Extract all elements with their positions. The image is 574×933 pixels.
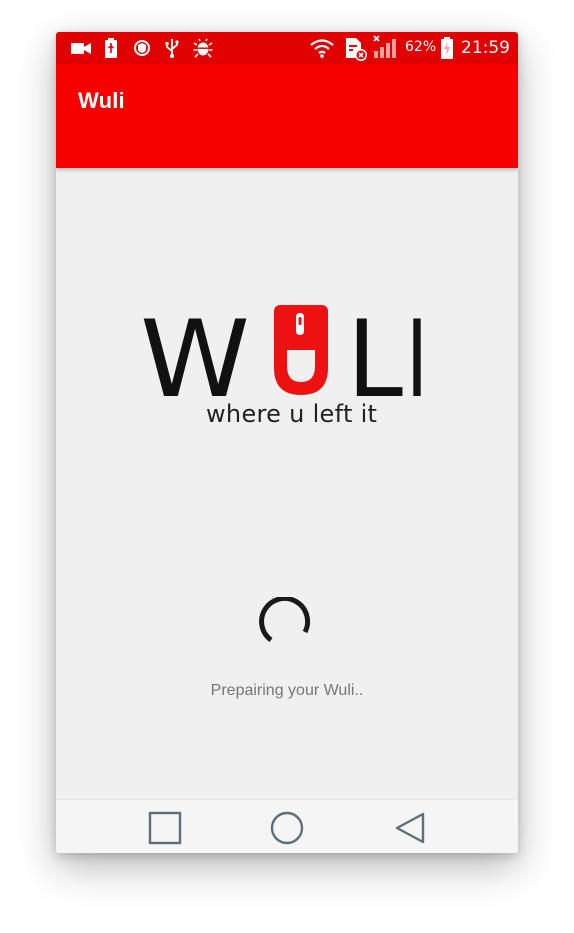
logo-letter-w: W [142, 300, 250, 400]
wifi-icon [309, 38, 335, 58]
usb-icon [164, 38, 180, 58]
status-bar: 62% 21:59 [56, 32, 518, 64]
signal-icon [372, 35, 400, 58]
video-camera-icon [70, 38, 92, 58]
back-button[interactable] [392, 810, 428, 846]
bug-icon [193, 38, 213, 58]
sim-error-icon [344, 38, 368, 61]
home-button[interactable] [269, 810, 305, 846]
clock: 21:59 [461, 38, 510, 58]
app-bar [56, 64, 518, 168]
home-icon [270, 811, 304, 845]
battery-percent: 62% [405, 39, 437, 55]
shield-icon [133, 38, 151, 58]
app-title: Wuli [78, 88, 125, 113]
navigation-bar [56, 799, 518, 853]
loading-message: Prepairing your Wuli.. [210, 682, 364, 699]
logo-letter-l: L [347, 300, 403, 400]
logo-letter-i: I [406, 300, 428, 400]
battery-usb-icon [104, 38, 118, 58]
wuli-logo-mark: W L I [140, 298, 428, 421]
battery-icon [440, 37, 454, 59]
mouse-icon [274, 305, 328, 395]
recents-button[interactable] [147, 810, 183, 846]
phone-screen: 62% 21:59 Wuli W L I where u left it Pre… [56, 32, 518, 853]
loading-spinner [259, 595, 315, 653]
recents-icon [148, 811, 182, 845]
logo-tagline: where u left it [206, 400, 378, 428]
back-icon [395, 812, 425, 844]
